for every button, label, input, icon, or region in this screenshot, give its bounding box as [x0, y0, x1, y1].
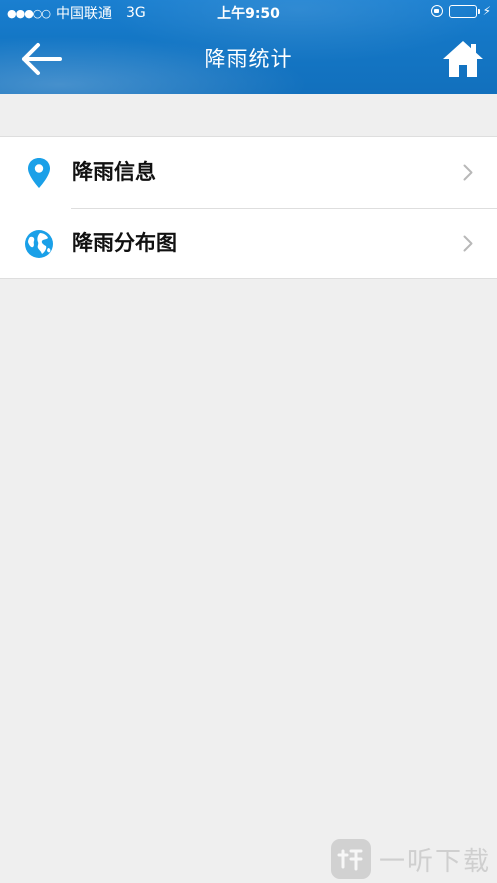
- chevron-right-icon: [463, 235, 473, 252]
- status-time: 上午9:50: [217, 6, 280, 22]
- globe-icon: [25, 230, 53, 258]
- menu-item-rain-info[interactable]: 降雨信息: [0, 137, 497, 208]
- status-bar: ●●●○○ 中国联通 3G 上午9:50 ⚡: [0, 0, 497, 24]
- battery-icon: [448, 4, 480, 18]
- orientation-lock-icon: [430, 5, 443, 17]
- watermark-ear-icon: [337, 849, 363, 871]
- chevron-right-icon: [463, 164, 473, 181]
- home-icon: [443, 41, 483, 77]
- home-button[interactable]: [441, 38, 485, 80]
- status-right: ⚡: [430, 4, 491, 18]
- watermark: 一听下载: [330, 839, 491, 879]
- app-header: ●●●○○ 中国联通 3G 上午9:50 ⚡ 降雨统计: [0, 0, 497, 94]
- menu-list: 降雨信息 降雨分布图: [0, 136, 497, 279]
- charging-icon: ⚡: [482, 4, 491, 18]
- watermark-logo-icon: [330, 839, 371, 879]
- watermark-text: 一听下载: [378, 846, 491, 877]
- menu-item-label: 降雨分布图: [72, 231, 177, 255]
- page-title: 降雨统计: [204, 47, 293, 71]
- nav-bar: 降雨统计: [0, 24, 497, 94]
- menu-item-rain-map[interactable]: 降雨分布图: [0, 208, 497, 279]
- menu-item-label: 降雨信息: [72, 160, 156, 184]
- location-pin-icon: [28, 158, 50, 188]
